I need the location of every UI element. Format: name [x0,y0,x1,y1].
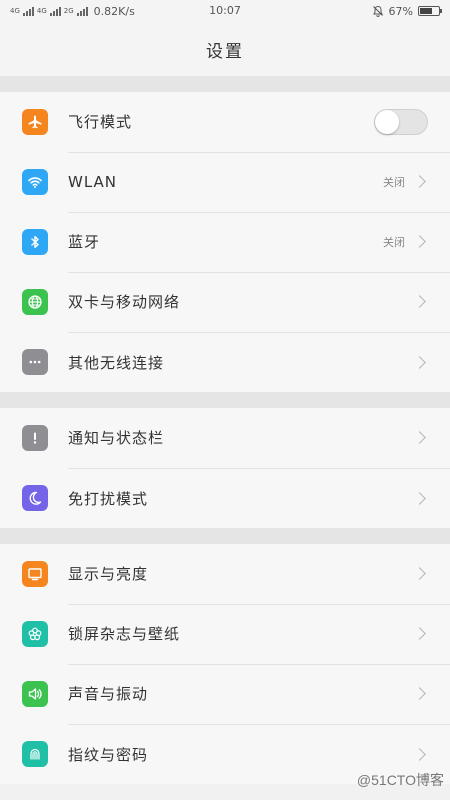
settings-item-other-wireless[interactable]: 其他无线连接 [0,332,450,392]
settings-item-bluetooth[interactable]: 蓝牙 关闭 [0,212,450,273]
settings-item-do-not-disturb[interactable]: 免打扰模式 [0,468,450,528]
network-type-2: 4G [36,6,47,15]
bluetooth-icon [22,229,48,255]
settings-item-lockscreen-wallpaper[interactable]: 锁屏杂志与壁纸 [0,604,450,665]
fingerprint-icon [22,741,48,767]
exclamation-icon [22,425,48,451]
section-divider [0,528,450,544]
settings-item-label: 锁屏杂志与壁纸 [68,625,181,643]
settings-item-content: 锁屏杂志与壁纸 [68,604,450,665]
airplane-icon [22,109,48,135]
page-title: 设置 [206,41,244,62]
globe-icon [22,289,48,315]
flower-icon [22,621,48,647]
status-time: 10:07 [209,4,241,17]
network-type-3: 2G [63,6,74,15]
toggle-knob [375,109,399,134]
chevron-right-icon [413,491,426,505]
settings-item-content: 其他无线连接 [68,332,450,392]
chevron-right-icon [413,747,426,761]
settings-item-content: 双卡与移动网络 [68,272,450,333]
signal-icon [22,6,34,16]
display-icon [22,561,48,587]
section-display-security: 显示与亮度 锁屏杂志与壁纸 声音与振动 指纹与密码 [0,544,450,784]
battery-fill [420,8,433,14]
settings-item-notifications-status-bar[interactable]: 通知与状态栏 [0,408,450,469]
wifi-icon [22,169,48,195]
chevron-right-icon [413,295,426,308]
chevron-right-icon [413,431,426,444]
settings-item-content: 飞行模式 [68,92,450,153]
airplane-mode-toggle[interactable] [374,108,428,135]
settings-item-label: WLAN [68,172,118,191]
signal-icon [49,6,61,16]
settings-item-sound-vibration[interactable]: 声音与振动 [0,664,450,725]
settings-item-label: 声音与振动 [68,685,149,703]
status-bar: 4G 4G 2G 0.82K/s 10:07 67% [0,0,450,22]
settings-item-content: 通知与状态栏 [68,408,450,469]
chevron-right-icon [413,627,426,640]
settings-item-label: 免打扰模式 [68,489,149,508]
settings-item-label: 双卡与移动网络 [68,293,181,311]
settings-item-content: 声音与振动 [68,664,450,725]
settings-item-label: 显示与亮度 [68,565,149,583]
settings-item-label: 飞行模式 [68,113,133,131]
section-notifications: 通知与状态栏 免打扰模式 [0,408,450,528]
settings-item-display-brightness[interactable]: 显示与亮度 [0,544,450,605]
section-divider [0,76,450,92]
more-icon [22,349,48,375]
moon-icon [22,485,48,511]
settings-item-content: 蓝牙 关闭 [68,212,450,273]
settings-item-content: 免打扰模式 [68,468,450,528]
status-left: 4G 4G 2G 0.82K/s [10,5,135,18]
chevron-right-icon [413,687,426,700]
chevron-right-icon [413,567,426,580]
settings-item-content: 显示与亮度 [68,544,450,605]
page-title-bar: 设置 [0,22,450,76]
section-connectivity: 飞行模式 WLAN 关闭 蓝牙 关闭 双卡与移动网络 其他无线连接 [0,92,450,392]
settings-item-label: 通知与状态栏 [68,429,165,447]
signal-icon [76,6,88,16]
network-type-1: 4G [10,6,20,15]
status-right: 67% [372,4,442,18]
network-speed: 0.82K/s [93,4,135,18]
settings-item-airplane-mode[interactable]: 飞行模式 [0,92,450,153]
watermark: @51CTO博客 [356,772,444,788]
settings-item-content: WLAN 关闭 [68,152,450,213]
section-divider [0,392,450,408]
battery-percent: 67% [388,4,413,18]
settings-item-label: 指纹与密码 [68,745,149,764]
speaker-icon [22,681,48,707]
battery-icon [418,6,442,16]
chevron-right-icon [413,175,426,188]
settings-item-dual-sim-mobile-network[interactable]: 双卡与移动网络 [0,272,450,333]
settings-item-label: 其他无线连接 [68,353,165,372]
chevron-right-icon [413,355,426,369]
settings-item-label: 蓝牙 [68,233,101,251]
settings-item-wlan[interactable]: WLAN 关闭 [0,152,450,213]
settings-item-value: 关闭 [383,235,405,249]
bell-mute-icon [372,5,383,17]
chevron-right-icon [413,235,426,248]
settings-item-value: 关闭 [383,175,405,189]
